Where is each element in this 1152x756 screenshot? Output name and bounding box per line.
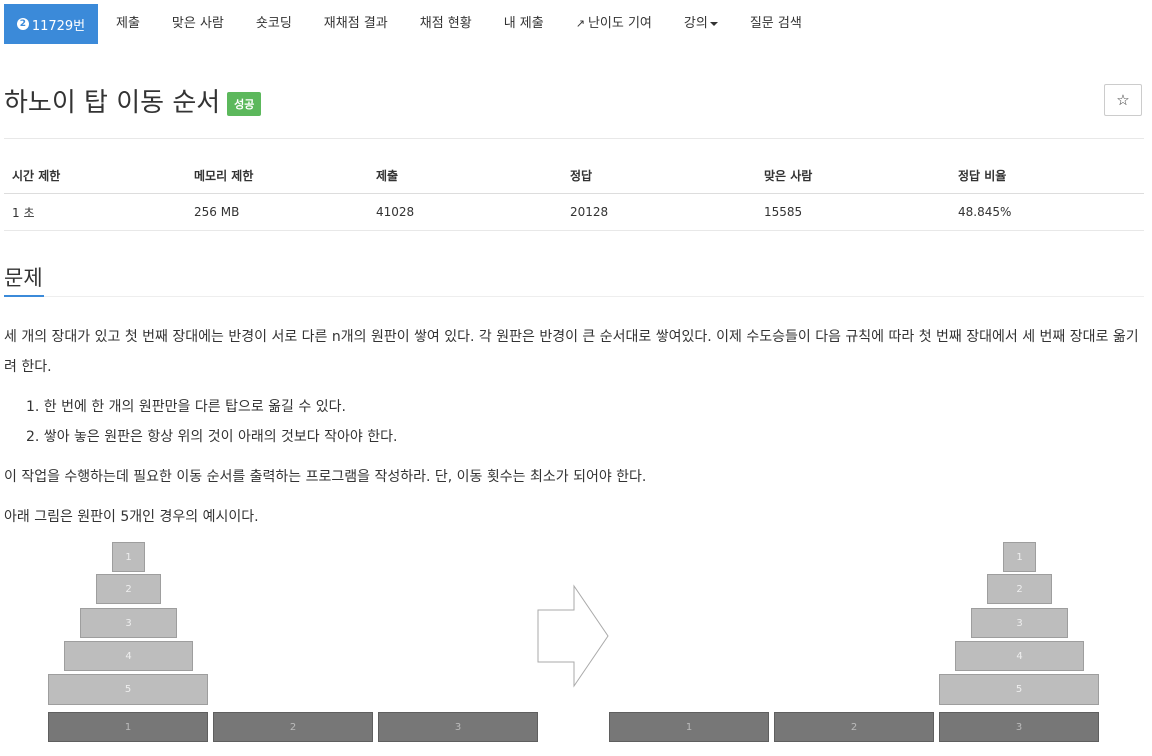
figure-caption: 아래 그림은 원판이 5개인 경우의 예시이다. (4, 509, 259, 525)
problem-info-table: 시간 제한 메모리 제한 제출 정답 맞은 사람 정답 비율 1 초 256 M… (4, 158, 1144, 231)
nav-problem-tab[interactable]: 2 11729번 (4, 4, 98, 44)
disk-5: 5 (939, 674, 1099, 705)
section-title: 문제 (4, 266, 43, 290)
peg-1: 1 (609, 712, 769, 742)
value-accept-ratio: 48.845% (958, 205, 1012, 219)
disk-3: 3 (971, 608, 1068, 638)
external-link-icon: ↗ (575, 17, 585, 30)
nav-accepted-users[interactable]: 맞은 사람 (156, 4, 240, 44)
peg-1: 1 (48, 712, 208, 742)
nav-short-coding[interactable]: 숏코딩 (240, 4, 308, 44)
table-header-row: 시간 제한 메모리 제한 제출 정답 맞은 사람 정답 비율 (4, 158, 1144, 194)
nav-lectures-dropdown[interactable]: 강의 (668, 4, 734, 44)
header-accepted-users: 맞은 사람 (764, 169, 813, 183)
nav-problem-id: 11729번 (31, 18, 86, 34)
value-correct: 20128 (570, 205, 609, 219)
peg-2: 2 (774, 712, 934, 742)
right-arrow-icon (537, 584, 609, 688)
caret-down-icon (709, 21, 718, 26)
nav-my-submissions[interactable]: 내 제출 (488, 4, 560, 44)
problem-description: 세 개의 장대가 있고 첫 번째 장대에는 반경이 서로 다른 n개의 원판이 … (4, 329, 1139, 375)
rules-list: 1. 한 번에 한 개의 원판만을 다른 탑으로 옮길 수 있다. 2. 쌓아 … (26, 392, 397, 452)
header-correct: 정답 (570, 169, 593, 183)
nav-difficulty-label: 난이도 기여 (587, 16, 652, 31)
peg-2: 2 (213, 712, 373, 742)
problem-title: 하노이 탑 이동 순서 (4, 88, 221, 118)
divider (4, 138, 1144, 139)
header-memory-limit: 메모리 제한 (194, 169, 254, 183)
nav-submit[interactable]: 제출 (100, 4, 156, 44)
value-time-limit: 1 초 (12, 205, 35, 220)
nav-lectures-label: 강의 (683, 16, 708, 31)
rule-item: 2. 쌓아 놓은 원판은 항상 위의 것이 아래의 것보다 작아야 한다. (26, 429, 398, 445)
disk-5: 5 (48, 674, 208, 705)
header-submissions: 제출 (376, 169, 399, 183)
section-divider (4, 296, 1144, 297)
table-row: 1 초 256 MB 41028 20128 15585 48.845% (4, 194, 1144, 231)
nav-rejudge-results[interactable]: 재채점 결과 (308, 4, 404, 44)
nav-question-search[interactable]: 질문 검색 (734, 4, 818, 44)
disk-1: 1 (1003, 542, 1036, 572)
disk-2: 2 (987, 574, 1052, 604)
peg-3: 3 (378, 712, 538, 742)
value-accepted-users: 15585 (764, 205, 803, 219)
header-time-limit: 시간 제한 (12, 169, 61, 183)
value-submissions: 41028 (376, 205, 415, 219)
peg-3: 3 (939, 712, 1099, 742)
status-badge: 성공 (227, 91, 262, 116)
disk-4: 4 (955, 641, 1084, 671)
header-accept-ratio: 정답 비율 (958, 169, 1007, 183)
nav-difficulty-contribution[interactable]: ↗ 난이도 기여 (560, 4, 668, 44)
disk-4: 4 (64, 641, 193, 671)
problem-nav: 2 11729번 제출 맞은 사람 숏코딩 재채점 결과 채점 현황 내 제출 … (4, 4, 818, 44)
value-memory-limit: 256 MB (194, 205, 240, 219)
section-title-underline (4, 295, 44, 297)
rule-item: 1. 한 번에 한 개의 원판만을 다른 탑으로 옮길 수 있다. (26, 399, 346, 415)
disk-1: 1 (112, 542, 145, 572)
problem-title-row: 하노이 탑 이동 순서 성공 (4, 82, 262, 119)
disk-3: 3 (80, 608, 177, 638)
disk-2: 2 (96, 574, 161, 604)
tier-badge-icon: 2 (16, 18, 29, 30)
problem-task: 이 작업을 수행하는데 필요한 이동 순서를 출력하는 프로그램을 작성하라. … (4, 469, 647, 485)
hanoi-figure: 1 2 3 4 5 1 2 3 1 2 3 1 2 3 4 5 (0, 540, 1152, 756)
star-icon: ☆ (1116, 91, 1130, 109)
favorite-star-button[interactable]: ☆ (1104, 84, 1142, 116)
nav-status[interactable]: 채점 현황 (404, 4, 488, 44)
